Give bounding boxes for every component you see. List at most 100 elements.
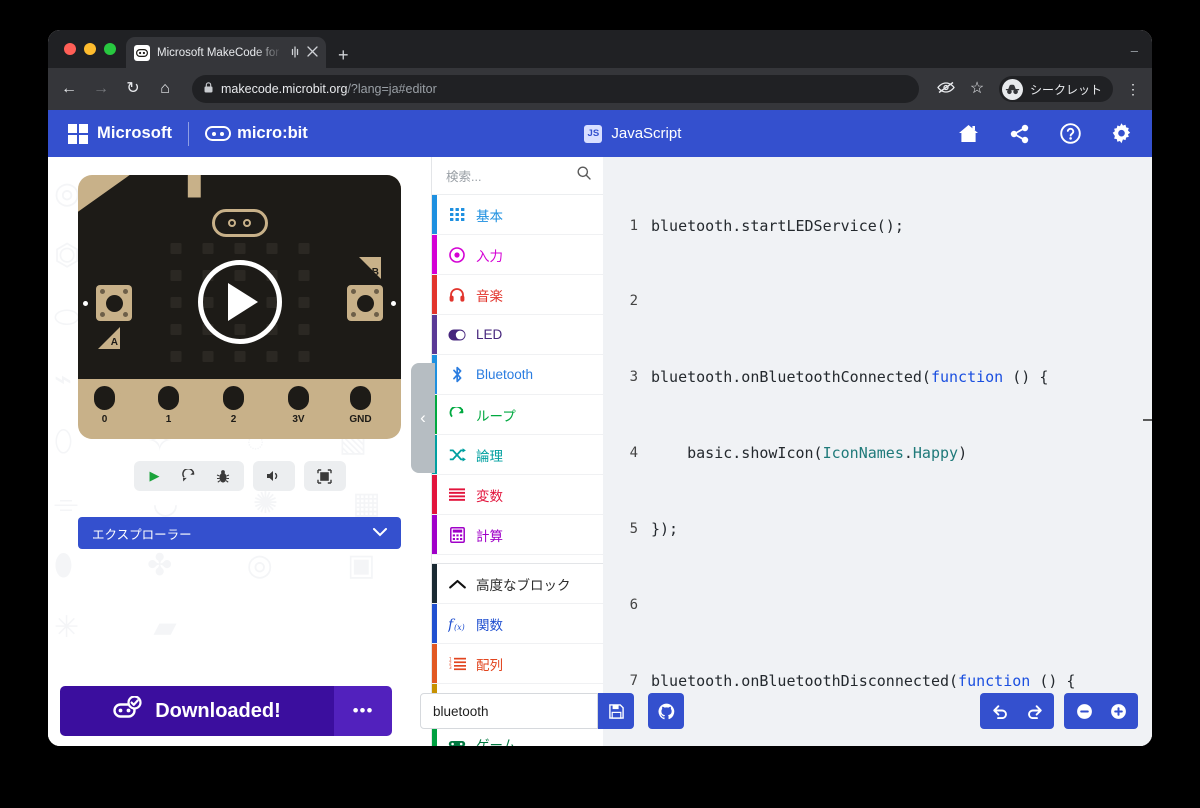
bluetooth-icon — [448, 366, 466, 383]
list-icon: 123 — [448, 657, 466, 671]
share-icon[interactable] — [1009, 124, 1030, 144]
simulator-play-overlay[interactable] — [197, 259, 282, 344]
restart-button[interactable] — [172, 462, 206, 490]
pin-2[interactable]: 2 — [217, 381, 250, 439]
download-button[interactable]: Downloaded! — [60, 686, 334, 736]
loop-icon — [448, 406, 466, 423]
microbit-face-icon — [205, 126, 232, 141]
browser-menu-button[interactable]: ⋮ — [1126, 82, 1140, 96]
github-button[interactable] — [648, 693, 684, 729]
microsoft-logo[interactable]: Microsoft — [68, 123, 172, 144]
pin-1[interactable]: 1 — [152, 381, 185, 439]
close-icon[interactable] — [307, 46, 318, 59]
gear-icon[interactable] — [1111, 123, 1132, 144]
toolbox-category-basic[interactable]: 基本 — [432, 195, 603, 235]
incognito-avatar-icon — [1001, 78, 1023, 100]
download-microbit-check-icon — [113, 695, 143, 726]
download-more-button[interactable]: ••• — [334, 686, 392, 736]
toolbox-category-loops[interactable]: ループ — [432, 395, 603, 435]
toolbox-collapse-button[interactable]: ‹ — [411, 363, 435, 473]
bookmark-star-icon[interactable]: ☆ — [968, 81, 986, 97]
code-editor[interactable]: 1 bluetooth.startLEDService(); 2 3 bluetoo… — [603, 157, 1152, 746]
address-bar[interactable]: makecode.microbit.org/?lang=ja#editor — [192, 75, 919, 103]
fullscreen-button[interactable] — [308, 462, 342, 490]
svg-text:(x): (x) — [454, 623, 465, 632]
home-icon[interactable] — [958, 124, 979, 143]
code-content[interactable]: 1 bluetooth.startLEDService(); 2 3 bluetoo… — [603, 157, 1152, 746]
variables-icon — [448, 488, 466, 501]
incognito-label: シークレット — [1029, 82, 1102, 97]
tab-title: Microsoft MakeCode for mi — [157, 46, 283, 59]
makecode-app: Microsoft micro:bit JS JavaScript ⌁ ⬯ ✧ … — [48, 110, 1152, 746]
sim-control-group-mute — [252, 461, 295, 491]
close-window-button[interactable] — [64, 43, 76, 55]
undo-button[interactable] — [984, 696, 1016, 726]
toolbox-category-input[interactable]: 入力 — [432, 235, 603, 275]
svg-text:3: 3 — [449, 665, 452, 670]
app-body: ◎ ▣ ✳ ▰ ⏣ ◖ ✲ ▤ ⬭ ✶ ◍ ▨ ⌁ ◠ ✹ ▥ ⬯ ✧ ◌ ▧ … — [48, 157, 1152, 746]
mute-button[interactable] — [257, 462, 291, 490]
toolbox-category-functions[interactable]: f (x) 関数 — [432, 604, 603, 644]
pin-label: 0 — [101, 414, 108, 425]
toolbox-category-bluetooth[interactable]: Bluetooth — [432, 355, 603, 395]
zoom-out-button[interactable] — [1068, 696, 1100, 726]
forward-button[interactable]: → — [92, 81, 110, 97]
url-host: makecode.microbit.org — [221, 82, 348, 96]
minimize-window-button[interactable] — [84, 43, 96, 55]
incognito-indicator[interactable]: シークレット — [998, 76, 1113, 102]
toolbox-category-math[interactable]: 計算 — [432, 515, 603, 555]
run-button[interactable]: ▶ — [138, 462, 172, 490]
pin-gnd[interactable]: GND — [344, 381, 377, 439]
maximize-window-button[interactable] — [104, 43, 116, 55]
lock-icon — [204, 82, 213, 96]
grid-icon — [448, 208, 466, 221]
browser-tab[interactable]: Microsoft MakeCode for mi — [126, 37, 326, 68]
toolbox-search[interactable]: 検索... — [432, 157, 603, 195]
category-label: Bluetooth — [476, 367, 534, 382]
toolbox-category-advanced[interactable]: 高度なブロック — [432, 564, 603, 604]
toolbox-category-music[interactable]: 音楽 — [432, 275, 603, 315]
window-minimize-icon[interactable]: – — [1131, 43, 1138, 58]
toolbox-category-logic[interactable]: 論理 — [432, 435, 603, 475]
toolbox-separator — [432, 555, 603, 564]
microbit-label: micro:bit — [237, 124, 308, 142]
toolbox-category-led[interactable]: LED — [432, 315, 603, 355]
board-button-b[interactable] — [347, 285, 383, 321]
new-tab-button[interactable]: + — [338, 46, 349, 64]
zoom-in-button[interactable] — [1102, 696, 1134, 726]
pin-3v[interactable]: 3V — [282, 381, 315, 439]
help-icon[interactable] — [1060, 123, 1081, 144]
explorer-toggle[interactable]: エクスプローラー — [78, 517, 401, 549]
board-button-a[interactable] — [96, 285, 132, 321]
home-button[interactable]: ⌂ — [156, 81, 174, 97]
code-line: 4 basic.showIcon(IconNames.Happy) — [603, 441, 1152, 466]
simulator-panel: ◎ ▣ ✳ ▰ ⏣ ◖ ✲ ▤ ⬭ ✶ ◍ ▨ ⌁ ◠ ✹ ▥ ⬯ ✧ ◌ ▧ … — [48, 157, 431, 746]
search-icon[interactable] — [577, 166, 591, 185]
code-line: 3 bluetooth.onBluetoothConnected(function… — [603, 365, 1152, 390]
calculator-icon — [448, 526, 466, 543]
category-label: 入力 — [476, 248, 503, 264]
editor-scrollbar-marker[interactable] — [1143, 419, 1152, 421]
editor-controls — [980, 693, 1138, 729]
back-button[interactable]: ← — [60, 81, 78, 97]
debug-button[interactable] — [206, 462, 240, 490]
redo-button[interactable] — [1018, 696, 1050, 726]
microbit-logo[interactable]: micro:bit — [205, 124, 308, 143]
pin-0[interactable]: 0 — [88, 381, 121, 439]
simulator-stage[interactable]: A B 0 1 2 3V GND — [48, 157, 431, 439]
code-line: 6 — [603, 593, 1152, 618]
line-number: 5 — [629, 521, 638, 538]
explorer-label: エクスプローラー — [92, 527, 192, 542]
save-button[interactable] — [598, 693, 634, 729]
eye-slash-icon[interactable] — [937, 81, 955, 98]
category-label: 音楽 — [476, 288, 503, 304]
audio-indicator-icon[interactable] — [290, 45, 300, 60]
language-toggle[interactable]: JS JavaScript — [308, 124, 958, 143]
category-label: 変数 — [476, 488, 503, 504]
code-line: 1 bluetooth.startLEDService(); — [603, 214, 1152, 239]
reload-button[interactable]: ↻ — [124, 81, 142, 97]
toolbox-category-variables[interactable]: 変数 — [432, 475, 603, 515]
line-number: 4 — [629, 445, 638, 462]
project-name-input[interactable]: bluetooth — [420, 693, 598, 729]
header-divider — [188, 121, 190, 146]
